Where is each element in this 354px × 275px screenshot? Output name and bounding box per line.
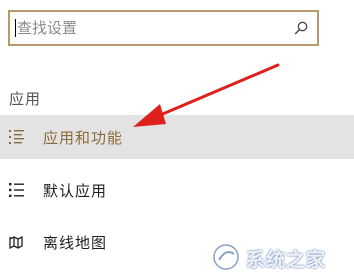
offline-maps-icon	[9, 235, 23, 250]
nav-item-label: 默认应用	[43, 182, 108, 200]
nav-item-default-apps[interactable]: 默认应用	[0, 168, 354, 212]
search-icon[interactable]	[293, 20, 309, 36]
nav-item-label: 离线地图	[43, 234, 108, 252]
search-box[interactable]	[8, 10, 319, 46]
settings-panel: 应用 应用和功能 默认应用	[0, 0, 354, 275]
watermark: 系统之家	[210, 241, 350, 273]
default-apps-icon	[9, 183, 24, 197]
watermark-logo-icon	[212, 243, 240, 271]
apps-features-icon	[9, 130, 24, 144]
watermark-text: 系统之家	[246, 249, 327, 271]
search-input[interactable]	[17, 12, 287, 44]
nav-item-apps-features[interactable]: 应用和功能	[0, 115, 354, 159]
text-caret	[15, 19, 16, 37]
nav-item-label: 应用和功能	[43, 129, 124, 147]
section-title-apps: 应用	[9, 90, 42, 108]
